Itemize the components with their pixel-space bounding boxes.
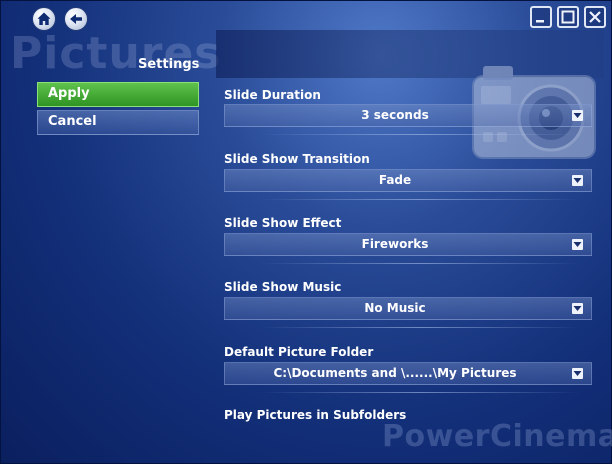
slide-show-transition-value: Fade <box>378 173 412 187</box>
chevron-down-icon <box>572 303 583 314</box>
slide-show-transition-label: Slide Show Transition <box>224 152 370 166</box>
divider <box>260 134 580 135</box>
slide-show-effect-label: Slide Show Effect <box>224 216 342 230</box>
cancel-button-label: Cancel <box>48 114 97 129</box>
maximize-icon <box>561 10 575 24</box>
apply-button[interactable]: Apply <box>37 82 199 107</box>
back-arrow-icon <box>70 14 82 24</box>
apply-button-label: Apply <box>48 86 90 101</box>
slide-show-effect-dropdown[interactable]: Fireworks <box>224 233 592 256</box>
slide-show-music-dropdown[interactable]: No Music <box>224 297 592 320</box>
default-picture-folder-label: Default Picture Folder <box>224 345 374 359</box>
chevron-down-icon <box>572 175 583 186</box>
page-title: Settings <box>138 57 200 72</box>
default-picture-folder-dropdown[interactable]: C:\Documents and \......\My Pictures <box>224 362 592 385</box>
chevron-down-icon <box>572 239 583 250</box>
slide-show-music-label: Slide Show Music <box>224 280 342 294</box>
default-picture-folder-value: C:\Documents and \......\My Pictures <box>273 366 517 380</box>
home-icon <box>37 12 51 25</box>
powercinema-watermark: PowerCinema <box>382 419 612 454</box>
close-button[interactable] <box>584 6 606 28</box>
close-icon <box>589 11 601 23</box>
slide-duration-label: Slide Duration <box>224 88 321 102</box>
divider <box>260 327 580 328</box>
minimize-icon <box>536 20 544 23</box>
divider <box>260 199 580 200</box>
slide-show-effect-value: Fireworks <box>361 237 429 251</box>
cancel-button[interactable]: Cancel <box>37 110 199 135</box>
slide-duration-value: 3 seconds <box>361 108 429 122</box>
slide-show-music-value: No Music <box>364 301 426 315</box>
divider <box>260 392 580 393</box>
play-pictures-in-subfolders-option[interactable]: Play Pictures in Subfolders <box>224 408 406 422</box>
maximize-button[interactable] <box>557 6 579 28</box>
slide-duration-dropdown[interactable]: 3 seconds <box>224 104 592 127</box>
slide-show-transition-dropdown[interactable]: Fade <box>224 169 592 192</box>
divider <box>260 263 580 264</box>
chevron-down-icon <box>572 368 583 379</box>
chevron-down-icon <box>572 110 583 121</box>
minimize-button[interactable] <box>530 6 552 28</box>
